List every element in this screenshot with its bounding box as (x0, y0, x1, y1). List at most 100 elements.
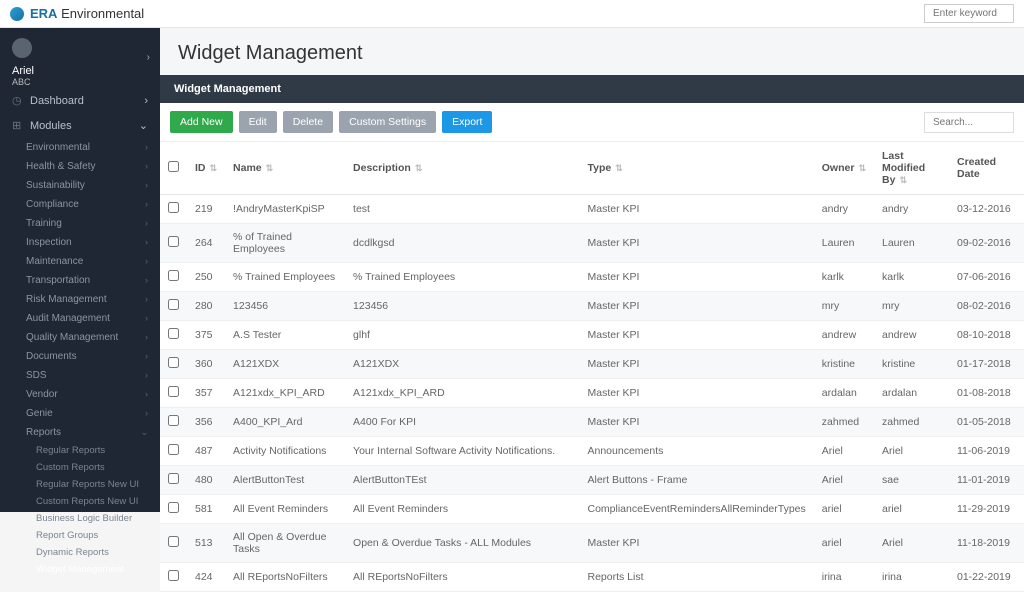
cell-type: ComplianceEventRemindersAllReminderTypes (580, 495, 814, 524)
sidebar-item-widget-management[interactable]: Widget Management (0, 561, 160, 578)
sidebar-item-vendor[interactable]: Vendor› (0, 385, 160, 404)
sidebar-item-sds[interactable]: SDS› (0, 366, 160, 385)
table-row[interactable]: 375A.S TesterglhfMaster KPIandrewandrew0… (160, 321, 1024, 350)
sidebar-item-modules[interactable]: ⊞Modules⌄ (0, 113, 160, 138)
cell-created-date: 08-02-2016 (949, 292, 1024, 321)
global-search-input[interactable] (924, 4, 1014, 23)
row-checkbox[interactable] (168, 299, 179, 310)
table-row[interactable]: 250% Trained Employees% Trained Employee… (160, 263, 1024, 292)
row-checkbox[interactable] (168, 270, 179, 281)
sidebar-item-audit-management[interactable]: Audit Management› (0, 309, 160, 328)
table-row[interactable]: 424All REportsNoFiltersAll REportsNoFilt… (160, 563, 1024, 592)
sidebar-item-dynamic-reports[interactable]: Dynamic Reports (0, 544, 160, 561)
sidebar-item-business-logic-builder[interactable]: Business Logic Builder (0, 510, 160, 527)
col-id[interactable]: ID⇅ (187, 142, 225, 195)
custom-settings-button[interactable]: Custom Settings (339, 111, 436, 133)
cell-owner: Ariel (814, 466, 874, 495)
sidebar-item-custom-reports[interactable]: Custom Reports (0, 459, 160, 476)
add-new-button[interactable]: Add New (170, 111, 233, 133)
row-checkbox[interactable] (168, 502, 179, 513)
sidebar-item-reports[interactable]: Reports⌄ (0, 423, 160, 442)
main-area: Widget Management Widget Management Add … (160, 28, 1024, 512)
row-checkbox[interactable] (168, 444, 179, 455)
sidebar-item-genie[interactable]: Genie› (0, 404, 160, 423)
col-modified-by[interactable]: Last Modified By⇅ (874, 142, 949, 195)
row-checkbox[interactable] (168, 570, 179, 581)
sidebar-item-risk-management[interactable]: Risk Management› (0, 290, 160, 309)
table-row[interactable]: 280123456123456Master KPImrymry08-02-201… (160, 292, 1024, 321)
sidebar-item-quality-management[interactable]: Quality Management› (0, 328, 160, 347)
sidebar-item-report-groups[interactable]: Report Groups (0, 527, 160, 544)
chevron-right-icon: › (145, 332, 148, 343)
sort-icon: ⇅ (415, 163, 423, 173)
sidebar-item-transportation[interactable]: Transportation› (0, 271, 160, 290)
sidebar-item-compliance[interactable]: Compliance› (0, 195, 160, 214)
cell-name: 123456 (225, 292, 345, 321)
table-row[interactable]: 356A400_KPI_ArdA400 For KPIMaster KPIzah… (160, 408, 1024, 437)
cell-type: Announcements (580, 437, 814, 466)
sidebar-item-inspection[interactable]: Inspection› (0, 233, 160, 252)
chevron-right-icon: › (145, 370, 148, 381)
cell-id: 356 (187, 408, 225, 437)
cell-created-date: 11-01-2019 (949, 466, 1024, 495)
menu-icon: ◷ (12, 94, 24, 107)
table-search-input[interactable] (924, 112, 1014, 133)
widgets-table: ID⇅ Name⇅ Description⇅ Type⇅ Owner⇅ Last… (160, 142, 1024, 592)
row-checkbox[interactable] (168, 236, 179, 247)
select-all-checkbox[interactable] (168, 161, 179, 172)
table-row[interactable]: 513All Open & Overdue TasksOpen & Overdu… (160, 524, 1024, 563)
cell-owner: andrew (814, 321, 874, 350)
sidebar-item-custom-reports-new-ui[interactable]: Custom Reports New UI (0, 493, 160, 510)
col-created-date[interactable]: Created Date (949, 142, 1024, 195)
col-name[interactable]: Name⇅ (225, 142, 345, 195)
sidebar-user-block[interactable]: Ariel ABC › (0, 28, 160, 88)
sort-icon: ⇅ (899, 175, 907, 185)
sidebar-item-maintenance[interactable]: Maintenance› (0, 252, 160, 271)
sidebar-item-sustainability[interactable]: Sustainability› (0, 176, 160, 195)
chevron-right-icon: › (145, 237, 148, 248)
col-checkbox[interactable] (160, 142, 187, 195)
chevron-right-icon: › (145, 199, 148, 210)
sidebar-item-documents[interactable]: Documents› (0, 347, 160, 366)
table-row[interactable]: 357A121xdx_KPI_ARDA121xdx_KPI_ARDMaster … (160, 379, 1024, 408)
cell-description: All REportsNoFilters (345, 563, 579, 592)
cell-name: A400_KPI_Ard (225, 408, 345, 437)
cell-type: Master KPI (580, 321, 814, 350)
cell-modified-by: Ariel (874, 437, 949, 466)
row-checkbox[interactable] (168, 386, 179, 397)
delete-button[interactable]: Delete (283, 111, 333, 133)
table-row[interactable]: 264% of Trained EmployeesdcdlkgsdMaster … (160, 224, 1024, 263)
table-row[interactable]: 219!AndryMasterKpiSPtestMaster KPIandrya… (160, 195, 1024, 224)
sidebar-item-dashboard[interactable]: ◷Dashboard› (0, 88, 160, 113)
cell-description: All Event Reminders (345, 495, 579, 524)
row-checkbox[interactable] (168, 536, 179, 547)
row-checkbox[interactable] (168, 473, 179, 484)
col-description[interactable]: Description⇅ (345, 142, 579, 195)
cell-created-date: 01-22-2019 (949, 563, 1024, 592)
edit-button[interactable]: Edit (239, 111, 277, 133)
row-checkbox[interactable] (168, 357, 179, 368)
chevron-right-icon: › (145, 313, 148, 324)
cell-id: 357 (187, 379, 225, 408)
sidebar-item-environmental[interactable]: Environmental› (0, 138, 160, 157)
sidebar-item-regular-reports-new-ui[interactable]: Regular Reports New UI (0, 476, 160, 493)
table-row[interactable]: 360A121XDXA121XDXMaster KPIkristinekrist… (160, 350, 1024, 379)
row-checkbox[interactable] (168, 202, 179, 213)
table-row[interactable]: 487Activity NotificationsYour Internal S… (160, 437, 1024, 466)
brand-logo-block: ERA Environmental (10, 6, 144, 21)
sidebar-item-regular-reports[interactable]: Regular Reports (0, 442, 160, 459)
cell-id: 250 (187, 263, 225, 292)
cell-owner: ariel (814, 495, 874, 524)
sidebar-item-training[interactable]: Training› (0, 214, 160, 233)
cell-created-date: 07-06-2016 (949, 263, 1024, 292)
toolbar: Add New Edit Delete Custom Settings Expo… (160, 103, 1024, 142)
table-row[interactable]: 581All Event RemindersAll Event Reminder… (160, 495, 1024, 524)
cell-id: 280 (187, 292, 225, 321)
row-checkbox[interactable] (168, 328, 179, 339)
export-button[interactable]: Export (442, 111, 492, 133)
row-checkbox[interactable] (168, 415, 179, 426)
col-type[interactable]: Type⇅ (580, 142, 814, 195)
table-row[interactable]: 480AlertButtonTestAlertButtonTEstAlert B… (160, 466, 1024, 495)
col-owner[interactable]: Owner⇅ (814, 142, 874, 195)
sidebar-item-health-safety[interactable]: Health & Safety› (0, 157, 160, 176)
